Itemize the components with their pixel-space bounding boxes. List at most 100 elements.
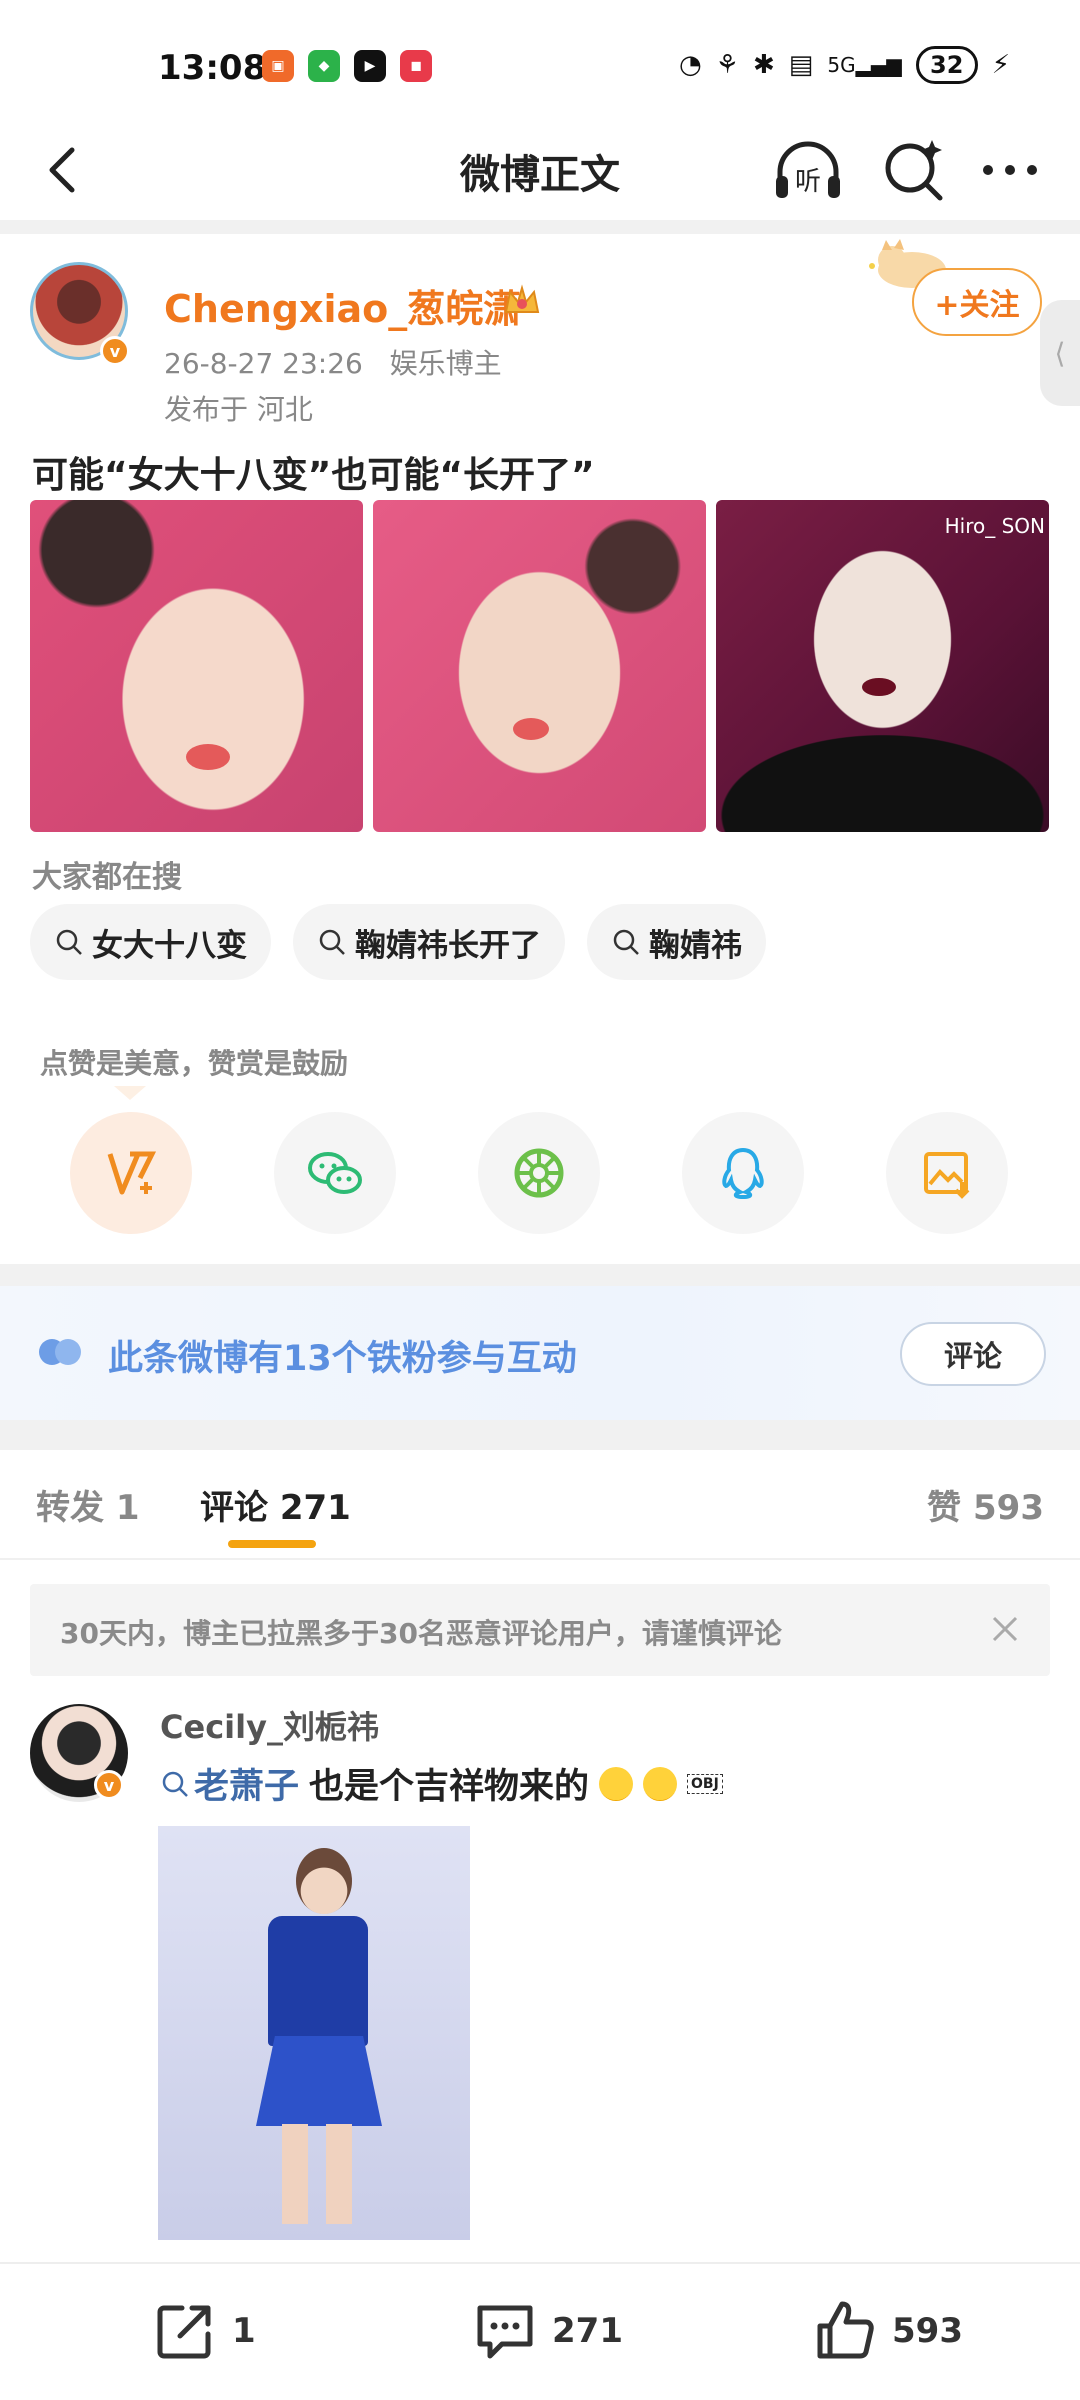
search-icon	[162, 1771, 188, 1797]
video-app-icon: ▶	[354, 50, 386, 82]
hot-search-chips: 女大十八变 鞠婧祎长开了 鞠婧祎	[30, 904, 766, 980]
photo-detail	[513, 718, 549, 740]
save-image-icon	[924, 1152, 970, 1199]
notice-text: 30天内，博主已拉黑多于30名恶意评论用户，请谨慎评论	[60, 1617, 782, 1650]
fans-icon	[39, 1339, 81, 1365]
photo-figure	[296, 1848, 352, 1914]
divider	[0, 1420, 1080, 1450]
post-photo-grid: Hiro_ SON	[30, 500, 1049, 832]
reward-icon	[107, 1151, 157, 1195]
bottom-action-bar: 1 271 593	[0, 2262, 1080, 2400]
comment-search-link[interactable]: 老萧子	[160, 1758, 299, 1809]
search-icon	[319, 929, 345, 955]
laughing-emoji-icon	[599, 1766, 634, 1801]
comment-photo[interactable]	[158, 1826, 470, 2240]
alarm-icon: ◔	[678, 50, 702, 80]
share-wechat-button[interactable]	[274, 1112, 396, 1234]
comment-notice: 30天内，博主已拉黑多于30名恶意评论用户，请谨慎评论	[30, 1584, 1050, 1676]
status-system-icons: ◔ ⚘ ✱ ▤ 5G▂▄▆ 32 ⚡	[679, 46, 1010, 84]
commenter-name[interactable]: Cecily_刘栀祎	[160, 1702, 379, 1748]
search-chip[interactable]: 鞠婧祎长开了	[293, 904, 565, 980]
photo-figure	[282, 2124, 308, 2224]
repost-icon	[157, 2305, 211, 2359]
follow-button[interactable]: +关注	[912, 268, 1042, 336]
battery-indicator: 32	[915, 46, 978, 84]
comment-text: 老萧子 也是个吉祥物来的 OBJ	[160, 1758, 723, 1809]
vip-crown-icon	[504, 284, 540, 313]
shield-app-icon: ◆	[308, 50, 340, 82]
wechat-icon	[308, 1152, 362, 1194]
verified-badge-icon: v	[100, 336, 130, 366]
side-drawer-handle[interactable]: ⟨	[1040, 300, 1080, 406]
status-bar: 13:08 ▣ ◆ ▶ ◼ ◔ ⚘ ✱ ▤ 5G▂▄▆ 32 ⚡	[0, 0, 1080, 130]
search-chip-label: 鞠婧祎	[649, 927, 742, 964]
hd-icon: ▤	[788, 50, 814, 80]
photo-figure	[326, 2124, 352, 2224]
search-icon	[613, 929, 639, 955]
fans-interaction-text: 此条微博有13个铁粉参与互动	[108, 1339, 577, 1379]
close-icon[interactable]	[988, 1612, 1022, 1646]
search-icon	[56, 929, 82, 955]
author-name[interactable]: Chengxiao_葱皖潇	[164, 278, 521, 333]
share-qq-button[interactable]	[682, 1112, 804, 1234]
divider	[0, 1264, 1080, 1286]
hint-caret	[114, 1086, 146, 1100]
photo-watermark: Hiro_ SON	[944, 514, 1045, 538]
charging-icon: ⚡	[991, 50, 1010, 80]
like-button[interactable]: 593	[812, 2298, 963, 2364]
signal-icon: 5G▂▄▆	[827, 53, 902, 77]
photo-detail	[862, 678, 896, 696]
post-photo[interactable]: Hiro_ SON	[716, 500, 1049, 832]
status-time: 13:08	[158, 48, 267, 88]
like-count: 593	[892, 2311, 963, 2351]
comment-count: 271	[552, 2311, 623, 2351]
tab-comment[interactable]: 评论 271	[200, 1480, 351, 1529]
plant-icon: ⚘	[715, 50, 739, 80]
photo-figure	[256, 2036, 382, 2126]
tab-like[interactable]: 赞 593	[927, 1480, 1044, 1529]
post-location: 发布于 河北	[164, 393, 313, 426]
reward-hint: 点赞是美意，赞赏是鼓励	[40, 1047, 349, 1080]
status-notification-icons: ▣ ◆ ▶ ◼	[262, 50, 432, 82]
search-chip-label: 女大十八变	[92, 927, 247, 964]
listen-headphones-icon[interactable]: 听	[772, 138, 844, 202]
object-placeholder: OBJ	[687, 1773, 723, 1794]
fans-comment-button[interactable]: 评论	[900, 1322, 1046, 1386]
save-image-button[interactable]	[886, 1112, 1008, 1234]
photo-detail	[186, 744, 230, 770]
comment-link-label: 老萧子	[194, 1767, 300, 1807]
post-tabs: 转发 1 评论 271 赞 593	[0, 1450, 1080, 1560]
divider	[0, 220, 1080, 234]
more-options-icon[interactable]	[980, 150, 1040, 190]
post-text: 可能“女大十八变”也可能“长开了”	[32, 455, 595, 496]
comment-button[interactable]: 271	[472, 2298, 623, 2364]
search-chip[interactable]: 女大十八变	[30, 904, 271, 980]
qq-icon	[722, 1147, 764, 1200]
share-row	[70, 1112, 1008, 1234]
svg-text:听: 听	[795, 167, 821, 197]
comment-icon	[477, 2305, 533, 2359]
post-meta: 26-8-27 23:26 娱乐博主	[164, 342, 502, 382]
search-chip-label: 鞠婧祎长开了	[355, 927, 541, 964]
laughing-emoji-icon	[643, 1766, 678, 1801]
search-chip[interactable]: 鞠婧祎	[587, 904, 766, 980]
post-photo[interactable]	[30, 500, 363, 832]
bug-icon: ✱	[752, 50, 775, 80]
comment-body: 也是个吉祥物来的	[309, 1767, 590, 1807]
share-moments-button[interactable]	[478, 1112, 600, 1234]
reward-button[interactable]	[70, 1112, 192, 1234]
repost-button[interactable]: 1	[152, 2298, 256, 2364]
thumbs-up-icon	[817, 2301, 874, 2359]
post-photo[interactable]	[373, 500, 706, 832]
fans-interaction-banner[interactable]: 此条微博有13个铁粉参与互动 评论	[0, 1286, 1080, 1420]
repost-count: 1	[232, 2311, 256, 2351]
hot-search-title: 大家都在搜	[32, 860, 182, 895]
verified-badge-icon: v	[94, 1770, 124, 1800]
photo-figure	[268, 1916, 368, 2046]
post-timestamp: 26-8-27 23:26	[164, 347, 363, 380]
tab-repost[interactable]: 转发 1	[36, 1480, 140, 1529]
moments-icon	[514, 1148, 564, 1198]
search-icon[interactable]	[880, 136, 948, 204]
nav-bar: 微博正文 听	[0, 120, 1080, 220]
active-tab-indicator	[228, 1540, 316, 1548]
